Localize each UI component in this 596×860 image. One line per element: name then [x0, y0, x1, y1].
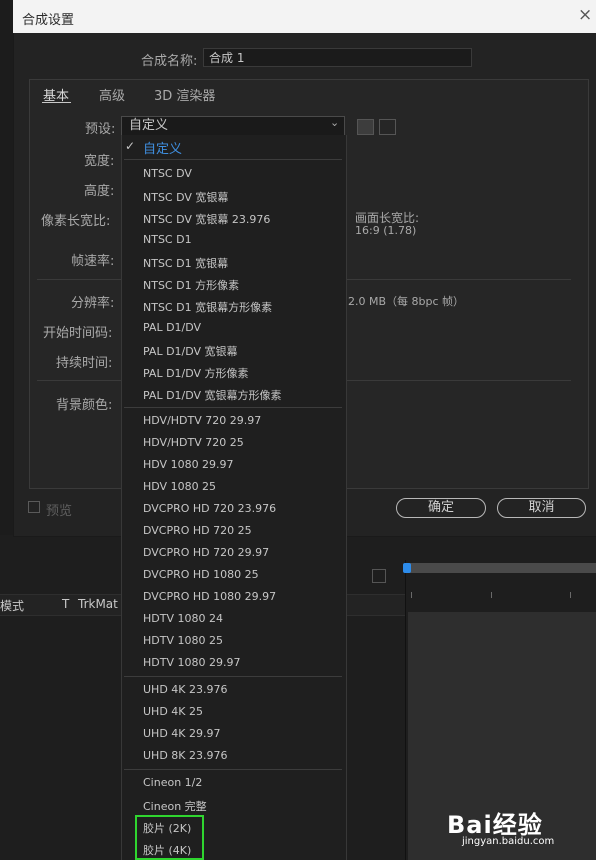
tab-advanced[interactable]: 高级 [99, 85, 125, 104]
resolution-label: 分辨率: [71, 296, 115, 311]
duration-label: 持续时间: [56, 356, 113, 371]
active-tab-underline [42, 102, 71, 103]
dialog-title: 合成设置 [22, 13, 75, 28]
composition-name-input[interactable]: 合成 1 [203, 48, 472, 67]
dropdown-item[interactable]: HDTV 1080 25 [143, 634, 223, 647]
dropdown-item[interactable]: Cineon 完整 [143, 798, 207, 814]
dropdown-item[interactable]: HDV 1080 25 [143, 480, 216, 493]
chevron-down-icon[interactable]: ⌄ [330, 116, 339, 129]
frame-aspect-value: 16:9 (1.78) [355, 224, 417, 237]
dropdown-item[interactable]: NTSC D1 宽银幕 [143, 255, 228, 271]
graph-editor-icon[interactable] [372, 569, 386, 583]
dialog-titlebar[interactable] [13, 0, 596, 33]
dropdown-item[interactable]: DVCPRO HD 720 29.97 [143, 546, 269, 559]
dropdown-item[interactable]: PAL D1/DV 宽银幕方形像素 [143, 387, 282, 403]
dropdown-item[interactable]: HDV/HDTV 720 25 [143, 436, 244, 449]
column-t[interactable]: T [62, 597, 69, 611]
composition-name-label: 合成名称: [141, 54, 198, 69]
column-mode[interactable]: 模式 [0, 597, 24, 614]
background-color-label: 背景颜色: [56, 398, 113, 413]
ok-button[interactable]: 确定 [396, 498, 486, 518]
dropdown-separator [124, 407, 342, 408]
dropdown-item[interactable]: NTSC DV [143, 167, 192, 180]
save-preset-icon[interactable] [357, 119, 374, 135]
dropdown-item-selected[interactable]: 自定义 [143, 138, 182, 157]
dropdown-item[interactable]: DVCPRO HD 1080 29.97 [143, 590, 276, 603]
watermark-url: jingyan.baidu.com [462, 836, 555, 847]
dropdown-item[interactable]: UHD 8K 23.976 [143, 749, 228, 762]
tab-3d-renderer[interactable]: 3D 渲染器 [154, 85, 215, 104]
timeline-ruler[interactable] [406, 563, 596, 573]
ruler-tick [570, 592, 571, 598]
resolution-info: 2.0 MB（每 8bpc 帧） [348, 295, 465, 308]
dropdown-separator [124, 676, 342, 677]
height-label: 高度: [84, 184, 115, 199]
dropdown-item[interactable]: NTSC D1 [143, 233, 192, 246]
preset-select[interactable]: 自定义 [121, 116, 345, 136]
frame-rate-label: 帧速率: [71, 254, 115, 269]
dropdown-item[interactable]: DVCPRO HD 1080 25 [143, 568, 259, 581]
dropdown-item[interactable]: NTSC D1 方形像素 [143, 277, 239, 293]
pixel-aspect-label: 像素长宽比: [41, 214, 111, 229]
dropdown-item[interactable]: NTSC D1 宽银幕方形像素 [143, 299, 272, 315]
column-trkmat[interactable]: TrkMat [78, 597, 118, 611]
watermark-logo: Bai经验 [447, 811, 543, 839]
dropdown-item[interactable]: PAL D1/DV 方形像素 [143, 365, 249, 381]
preview-checkbox[interactable] [28, 501, 40, 513]
dropdown-item[interactable]: UHD 4K 23.976 [143, 683, 228, 696]
dropdown-item[interactable]: HDTV 1080 24 [143, 612, 223, 625]
dropdown-item[interactable]: NTSC DV 宽银幕 23.976 [143, 211, 270, 227]
preview-label: 预览 [46, 504, 73, 519]
ruler-tick [491, 592, 492, 598]
checkmark-icon: ✓ [125, 139, 136, 153]
dropdown-separator [124, 159, 342, 160]
dropdown-item[interactable]: PAL D1/DV [143, 321, 201, 334]
current-time-indicator[interactable] [403, 563, 411, 573]
dropdown-item[interactable]: PAL D1/DV 宽银幕 [143, 343, 238, 359]
dropdown-item[interactable]: DVCPRO HD 720 23.976 [143, 502, 276, 515]
cancel-button[interactable]: 取消 [497, 498, 586, 518]
dropdown-item[interactable]: HDV/HDTV 720 29.97 [143, 414, 261, 427]
dropdown-item[interactable]: UHD 4K 25 [143, 705, 203, 718]
dropdown-item[interactable]: NTSC DV 宽银幕 [143, 189, 228, 205]
dropdown-item[interactable]: Cineon 1/2 [143, 776, 202, 789]
dropdown-item[interactable]: UHD 4K 29.97 [143, 727, 221, 740]
dropdown-item[interactable]: HDTV 1080 29.97 [143, 656, 240, 669]
start-timecode-label: 开始时间码: [43, 326, 113, 341]
width-label: 宽度: [84, 154, 115, 169]
dropdown-item-film-4k[interactable]: 胶片 (4K) [143, 842, 191, 858]
ruler-tick [411, 592, 412, 598]
dropdown-separator [124, 769, 342, 770]
close-icon[interactable]: × [578, 6, 592, 24]
preset-label: 预设: [85, 122, 116, 137]
panel-divider [405, 560, 406, 860]
dropdown-item[interactable]: HDV 1080 29.97 [143, 458, 234, 471]
dropdown-item[interactable]: DVCPRO HD 720 25 [143, 524, 252, 537]
delete-preset-icon[interactable] [379, 119, 396, 135]
dropdown-item-film-2k[interactable]: 胶片 (2K) [143, 820, 191, 836]
